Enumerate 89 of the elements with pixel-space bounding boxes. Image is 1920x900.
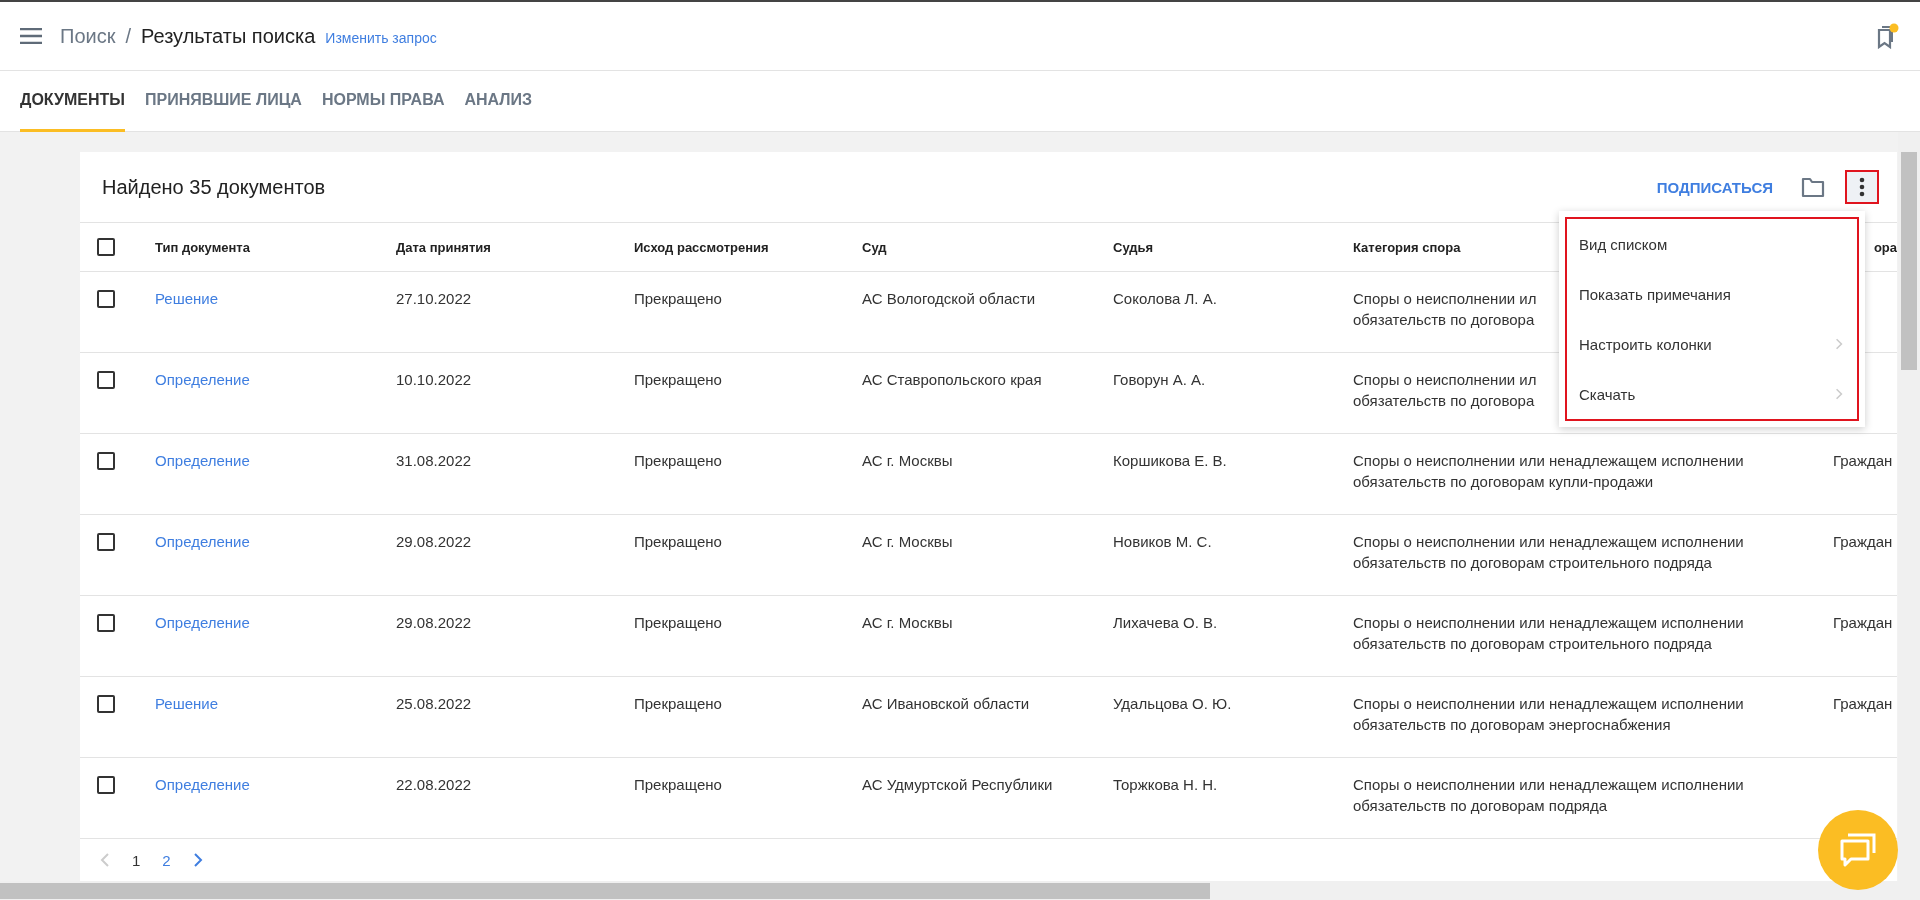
court-cell: АС г. Москвы [862, 614, 953, 631]
breadcrumb-link[interactable]: Поиск [60, 24, 116, 48]
category-cell: Споры о неисполнении или ненадлежащем исполнении обязательств по договорам купли-продажи [1353, 452, 1744, 490]
court-cell: АС Вологодской области [862, 290, 1036, 307]
outcome-cell: Прекращено [634, 290, 722, 307]
judge-cell: Новиков М. С. [1113, 533, 1212, 550]
column-header[interactable]: Исход рассмотрения [634, 239, 769, 255]
chat-icon [1839, 832, 1877, 868]
outcome-cell: Прекращено [634, 452, 722, 469]
column-header[interactable]: Категория спора [1353, 239, 1461, 255]
menu-item[interactable]: Настроить колонки [1567, 319, 1857, 369]
date-cell: 29.08.2022 [396, 614, 472, 631]
document-type-link[interactable]: Определение [155, 533, 250, 550]
scrollbar-thumb[interactable] [1901, 152, 1917, 370]
category-cell: Споры о неисполнении ил обязательств по договора [1353, 290, 1537, 328]
column-header[interactable]: Судья [1113, 239, 1154, 255]
menu-item[interactable]: Вид списком [1567, 219, 1857, 269]
category-cell: Споры о неисполнении или ненадлежащем исполнении обязательств по договорам строительного подряда [1353, 614, 1744, 652]
chevron-left-icon [100, 852, 110, 868]
column-header[interactable]: Тип документа [155, 239, 250, 255]
row-checkbox[interactable] [97, 371, 115, 389]
judge-cell: Соколова Л. А. [1113, 290, 1217, 307]
menu-item[interactable]: Скачать [1567, 369, 1857, 419]
select-all-checkbox[interactable] [97, 238, 115, 256]
category-cell: Споры о неисполнении ил обязательств по договора [1353, 371, 1537, 409]
document-type-link[interactable]: Определение [155, 614, 250, 631]
tab[interactable]: ДОКУМЕНТЫ [20, 71, 125, 132]
document-type-link[interactable]: Определение [155, 452, 250, 469]
chevron-right-icon [1835, 387, 1843, 401]
row-checkbox[interactable] [97, 776, 115, 794]
date-cell: 10.10.2022 [396, 371, 472, 388]
court-cell: АС Удмуртской Республики [862, 776, 1053, 793]
date-cell: 27.10.2022 [396, 290, 472, 307]
row-checkbox[interactable] [97, 452, 115, 470]
row-checkbox[interactable] [97, 290, 115, 308]
category-cell: Споры о неисполнении или ненадлежащем исполнении обязательств по договорам строительного подряда [1353, 533, 1744, 571]
tab[interactable]: АНАЛИЗ [464, 71, 533, 132]
judge-cell: Говорун А. А. [1113, 371, 1206, 388]
column-header[interactable]: Дата принятия [396, 239, 491, 255]
row-checkbox[interactable] [97, 614, 115, 632]
tab[interactable]: ПРИНЯВШИЕ ЛИЦА [144, 71, 302, 132]
column-header[interactable]: Суд [862, 239, 887, 255]
category-cell: Споры о неисполнении или ненадлежащем исполнении обязательств по договорам энергоснабжения [1353, 695, 1744, 733]
page-number[interactable]: 2 [162, 851, 171, 869]
subscribe-button[interactable]: ПОДПИСАТЬСЯ [1656, 178, 1773, 196]
court-cell: АС Ивановской области [862, 695, 1030, 712]
outcome-cell: Прекращено [634, 776, 722, 793]
breadcrumb-separator: / [125, 24, 131, 48]
table-cell: Граждан [1833, 533, 1893, 550]
row-checkbox[interactable] [97, 533, 115, 551]
document-type-link[interactable]: Определение [155, 776, 250, 793]
table-cell: Граждан [1833, 695, 1893, 712]
row-checkbox[interactable] [97, 695, 115, 713]
table-cell: Граждан [1833, 452, 1893, 469]
results-count-title: Найдено 35 документов [102, 175, 326, 199]
more-options-button[interactable] [1847, 172, 1877, 202]
folder-icon[interactable] [1801, 176, 1825, 198]
document-type-link[interactable]: Определение [155, 371, 250, 388]
document-type-link[interactable]: Решение [155, 695, 219, 712]
edit-query-link[interactable]: Изменить запрос [325, 30, 437, 46]
judge-cell: Коршикова Е. В. [1113, 452, 1227, 469]
next-page-button[interactable] [192, 852, 203, 868]
court-cell: АС г. Москвы [862, 533, 953, 550]
table-cell: Граждан [1833, 614, 1893, 631]
scrollbar-thumb[interactable] [0, 883, 1210, 899]
judge-cell: Удальцова О. Ю. [1113, 695, 1232, 712]
chevron-right-icon [192, 852, 203, 868]
judge-cell: Торжкова Н. Н. [1113, 776, 1218, 793]
judge-cell: Лихачева О. В. [1113, 614, 1218, 631]
date-cell: 22.08.2022 [396, 776, 472, 793]
outcome-cell: Прекращено [634, 533, 722, 550]
date-cell: 29.08.2022 [396, 533, 472, 550]
outcome-cell: Прекращено [634, 695, 722, 712]
column-header[interactable]: ора [1873, 239, 1897, 255]
date-cell: 31.08.2022 [396, 452, 472, 469]
menu-icon[interactable] [20, 28, 42, 44]
court-cell: АС г. Москвы [862, 452, 953, 469]
more-vertical-icon [1859, 177, 1865, 197]
tab[interactable]: НОРМЫ ПРАВА [321, 71, 445, 132]
outcome-cell: Прекращено [634, 371, 722, 388]
category-cell: Споры о неисполнении или ненадлежащем исполнении обязательств по договорам подряда [1353, 776, 1744, 814]
date-cell: 25.08.2022 [396, 695, 472, 712]
page-title: Результаты поиска [141, 24, 316, 48]
menu-item[interactable]: Показать примечания [1567, 269, 1857, 319]
outcome-cell: Прекращено [634, 614, 722, 631]
page-number[interactable]: 1 [132, 851, 141, 869]
document-type-link[interactable]: Решение [155, 290, 219, 307]
chevron-right-icon [1835, 337, 1843, 351]
court-cell: АС Ставропольского края [862, 371, 1042, 388]
